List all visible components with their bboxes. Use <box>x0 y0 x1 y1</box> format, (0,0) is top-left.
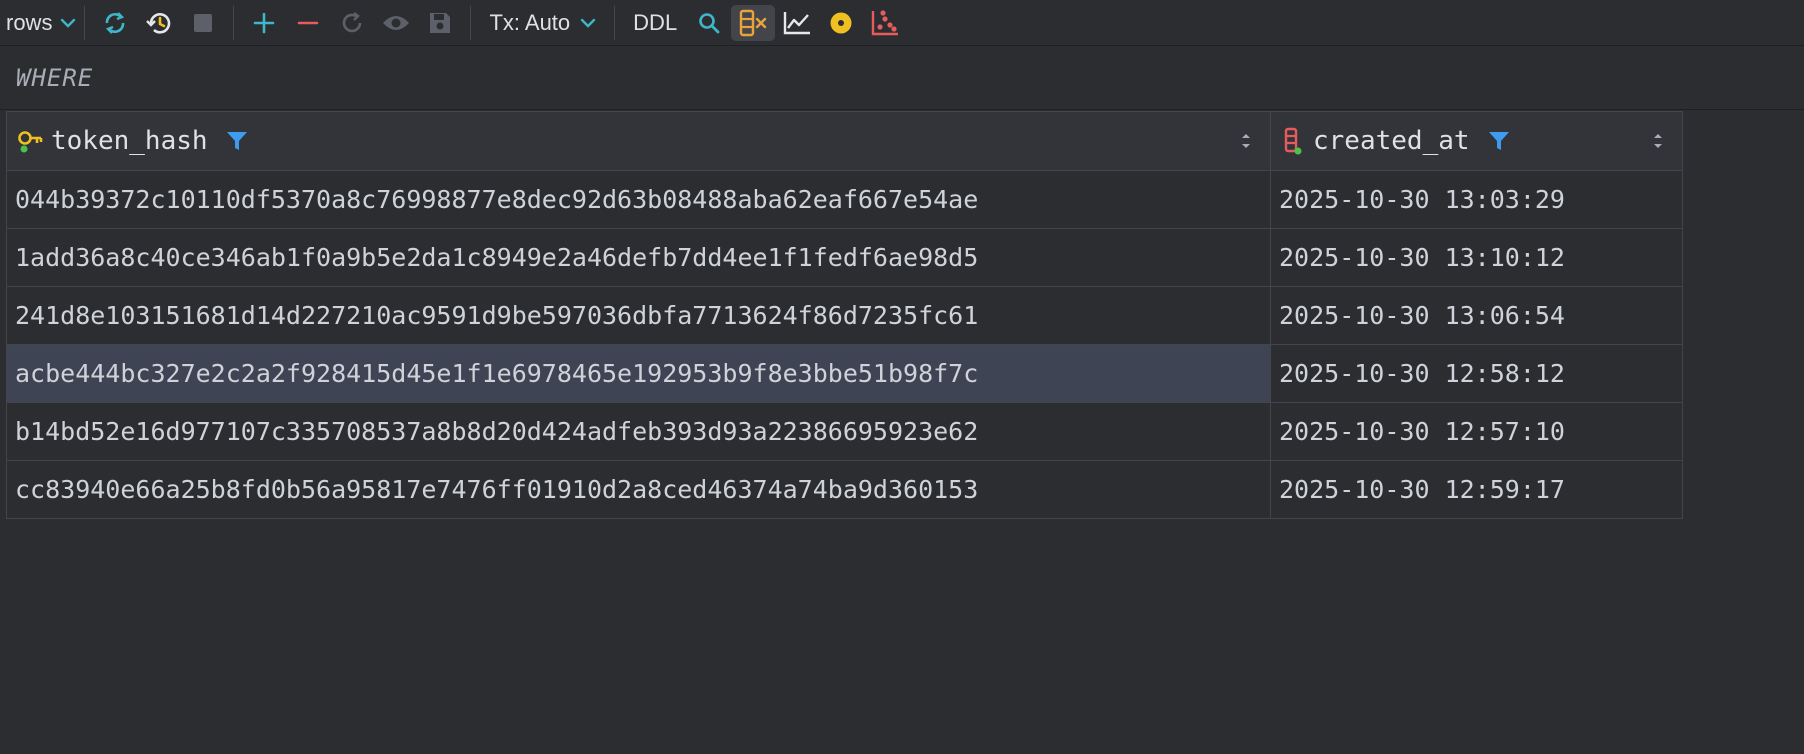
token-hash-cell[interactable]: b14bd52e16d977107c335708537a8b8d20d424ad… <box>6 402 1271 461</box>
add-row-button[interactable] <box>242 5 286 41</box>
line-chart-icon <box>782 10 812 36</box>
save-icon <box>428 11 452 35</box>
preview-button[interactable] <box>374 5 418 41</box>
created-at-cell[interactable]: 2025-10-30 12:58:12 <box>1270 344 1683 403</box>
tx-mode-label: Tx: Auto <box>489 9 571 35</box>
table-row-selected[interactable]: acbe444bc327e2c2a2f928415d45e1f1e6978465… <box>6 344 1683 403</box>
token-hash-cell[interactable]: acbe444bc327e2c2a2f928415d45e1f1e6978465… <box>6 344 1271 403</box>
refresh-icon <box>102 10 128 36</box>
table-row[interactable]: 1add36a8c40ce346ab1f0a9b5e2da1c8949e2a46… <box>6 228 1683 287</box>
chevron-down-icon <box>60 18 76 28</box>
data-grid: token_hash created_at 044b39372c10110df5… <box>6 111 1683 519</box>
preview-icon <box>381 12 411 34</box>
columns-icon <box>738 9 768 37</box>
revert-button[interactable] <box>330 5 374 41</box>
token-hash-cell[interactable]: 241d8e103151681d14d227210ac9591d9be59703… <box>6 286 1271 345</box>
delete-row-button[interactable] <box>286 5 330 41</box>
column-name: token_hash <box>51 126 208 156</box>
search-button[interactable] <box>687 5 731 41</box>
stop-button[interactable] <box>181 5 225 41</box>
filter-icon[interactable] <box>1488 130 1510 152</box>
table-row[interactable]: 241d8e103151681d14d227210ac9591d9be59703… <box>6 286 1683 345</box>
header-row: token_hash created_at <box>6 111 1683 171</box>
column-icon <box>1281 127 1305 155</box>
transaction-mode-dropdown[interactable]: Tx: Auto <box>479 5 606 41</box>
chevron-down-icon <box>580 18 596 28</box>
created-at-cell[interactable]: 2025-10-30 13:03:29 <box>1270 170 1683 229</box>
table-row[interactable]: b14bd52e16d977107c335708537a8b8d20d424ad… <box>6 402 1683 461</box>
token-hash-cell[interactable]: cc83940e66a25b8fd0b56a95817e7476ff01910d… <box>6 460 1271 519</box>
stop-icon <box>192 12 214 34</box>
rows-dropdown[interactable]: rows <box>0 5 76 41</box>
add-row-icon <box>252 11 276 35</box>
scatter-button[interactable] <box>863 5 907 41</box>
sort-icon[interactable] <box>1240 131 1252 151</box>
table-row[interactable]: cc83940e66a25b8fd0b56a95817e7476ff01910d… <box>6 460 1683 519</box>
revert-icon <box>339 10 365 36</box>
ddl-label: DDL <box>633 9 678 35</box>
created-at-cell[interactable]: 2025-10-30 12:59:17 <box>1270 460 1683 519</box>
where-label: WHERE <box>16 63 94 92</box>
refresh-button[interactable] <box>93 5 137 41</box>
created-at-cell[interactable]: 2025-10-30 13:10:12 <box>1270 228 1683 287</box>
toolbar-separator <box>614 5 616 40</box>
column-name: created_at <box>1313 126 1470 156</box>
circle-button[interactable] <box>819 5 863 41</box>
toolbar-separator <box>470 5 472 40</box>
token-hash-cell[interactable]: 1add36a8c40ce346ab1f0a9b5e2da1c8949e2a46… <box>6 228 1271 287</box>
history-icon <box>145 9 173 37</box>
delete-row-icon <box>296 11 320 35</box>
rows-label: rows <box>6 9 53 35</box>
where-filter-bar[interactable]: WHERE <box>0 46 1804 110</box>
search-icon <box>697 11 721 35</box>
created-at-cell[interactable]: 2025-10-30 13:06:54 <box>1270 286 1683 345</box>
primary-key-icon <box>17 128 43 154</box>
column-header-created-at[interactable]: created_at <box>1270 111 1683 171</box>
toolbar: rows Tx: Auto DDL <box>0 0 1804 46</box>
table-row[interactable]: 044b39372c10110df5370a8c76998877e8dec92d… <box>6 170 1683 229</box>
created-at-cell[interactable]: 2025-10-30 12:57:10 <box>1270 402 1683 461</box>
line-chart-button[interactable] <box>775 5 819 41</box>
toolbar-separator <box>84 5 86 40</box>
filter-icon[interactable] <box>226 130 248 152</box>
circle-icon <box>828 10 854 36</box>
history-button[interactable] <box>137 5 181 41</box>
sort-icon[interactable] <box>1652 131 1664 151</box>
toolbar-separator <box>233 5 235 40</box>
token-hash-cell[interactable]: 044b39372c10110df5370a8c76998877e8dec92d… <box>6 170 1271 229</box>
columns-button[interactable] <box>731 4 776 41</box>
ddl-button[interactable]: DDL <box>623 5 687 41</box>
scatter-icon <box>870 9 900 37</box>
column-header-token-hash[interactable]: token_hash <box>6 111 1271 171</box>
save-button[interactable] <box>418 5 462 41</box>
